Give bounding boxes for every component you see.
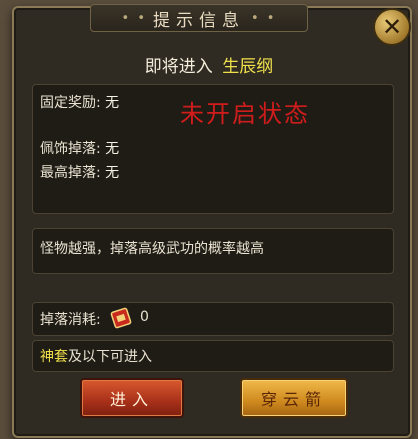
fixed-reward-label: 固定奖励:: [40, 95, 101, 111]
requirement-rest: 及以下可进入: [68, 349, 152, 365]
top-drop-row: 最高掉落: 无: [40, 162, 119, 182]
fixed-reward-row: 固定奖励: 无: [40, 92, 119, 112]
top-drop-label: 最高掉落:: [40, 165, 101, 181]
accessory-drop-row: 佩饰掉落: 无: [40, 138, 119, 158]
heading-prefix: 即将进入: [144, 57, 213, 77]
status-not-open: 未开启状态: [180, 100, 310, 128]
close-button[interactable]: ✕: [373, 8, 411, 46]
dialog-title: 提示信息: [153, 10, 245, 31]
cost-label: 掉落消耗:: [40, 312, 101, 328]
travel-arrow-button[interactable]: 穿云箭: [240, 378, 348, 418]
accessory-drop-value: 无: [105, 141, 120, 157]
accessory-drop-label: 佩饰掉落:: [40, 141, 101, 157]
top-drop-value: 无: [105, 165, 120, 181]
requirement-text: 神套及以下可进入: [40, 346, 152, 366]
description-text: 怪物越强，掉落高级武功的概率越高: [40, 241, 264, 257]
title-ornament-left: • •: [121, 10, 147, 26]
dialog-heading: 即将进入 生辰纲: [0, 52, 418, 77]
requirement-highlight: 神套: [40, 349, 68, 365]
close-x-icon: ✕: [381, 13, 403, 41]
enter-button[interactable]: 进入: [80, 378, 184, 418]
fixed-reward-value: 无: [105, 95, 120, 111]
title-ornament-right: • •: [251, 10, 277, 26]
cost-value: 0: [140, 309, 149, 325]
heading-place: 生辰纲: [222, 57, 274, 77]
scroll-icon: [110, 307, 132, 329]
dialog-title-bar: • • 提示信息 • •: [90, 4, 308, 32]
